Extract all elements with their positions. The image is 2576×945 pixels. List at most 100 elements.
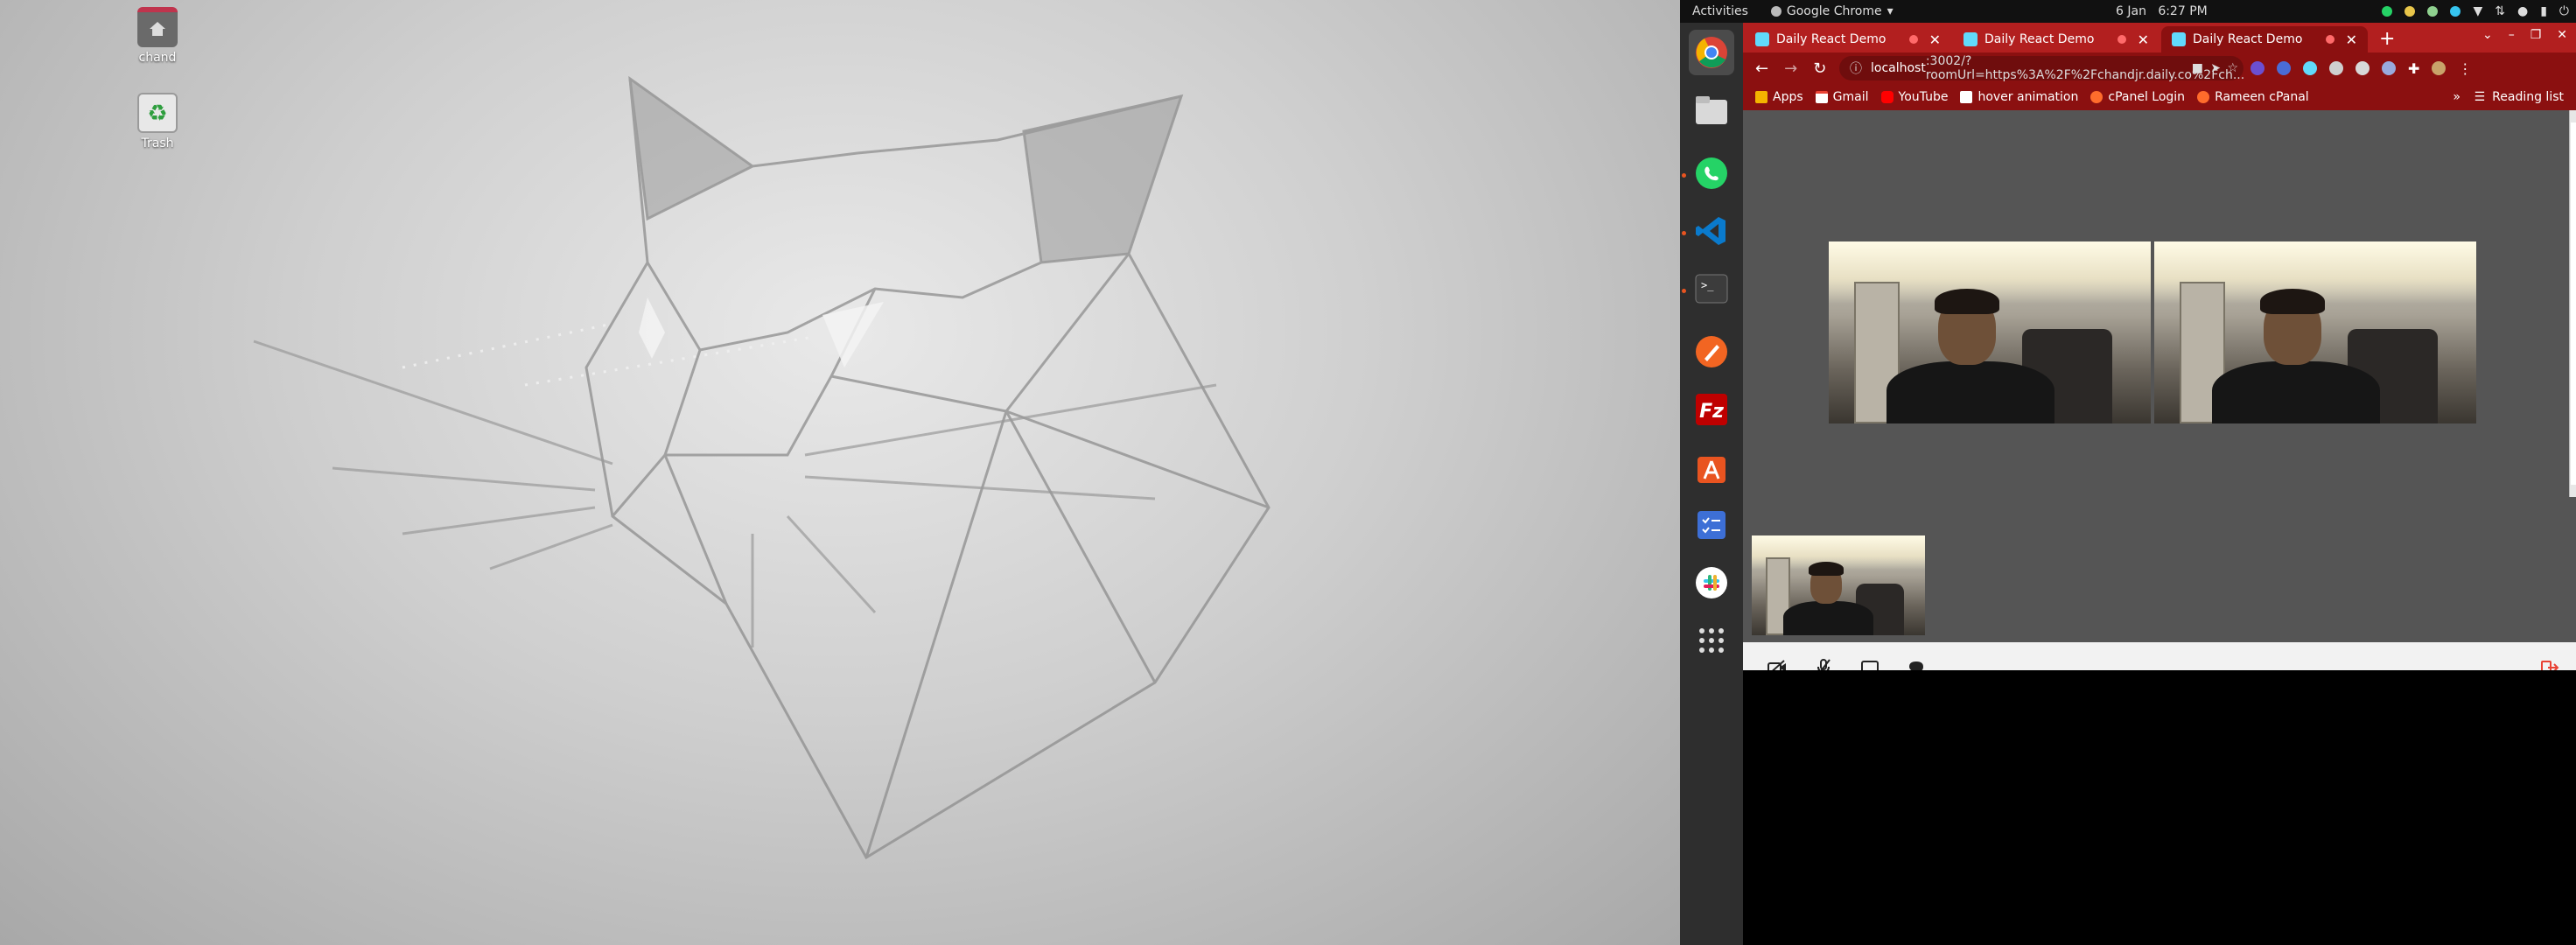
site-info-icon[interactable]: ⓘ	[1850, 60, 1862, 77]
url-host: localhost	[1871, 61, 1926, 75]
bookmark-star-icon[interactable]: ☆	[2227, 61, 2238, 75]
browser-tab-active[interactable]: Daily React Demo ✕	[2161, 26, 2368, 52]
update-tray-icon[interactable]	[2427, 6, 2439, 17]
dock-filezilla[interactable]: Fz	[1689, 387, 1734, 432]
svg-text:♻: ♻	[147, 101, 167, 127]
dock-inkscape[interactable]	[1689, 329, 1734, 374]
gmail-icon	[1815, 91, 1828, 103]
dock-chrome[interactable]	[1689, 30, 1734, 75]
dock-vscode[interactable]	[1689, 208, 1734, 254]
settings-icon[interactable]	[2382, 61, 2396, 75]
bookmark-cpanel-login[interactable]: cPanel Login	[2090, 90, 2185, 104]
extension-icon[interactable]	[2250, 61, 2264, 75]
dock-whatsapp[interactable]	[1689, 150, 1734, 196]
dock-terminal[interactable]: >_	[1689, 266, 1734, 312]
kebab-menu-icon[interactable]: ⋮	[2458, 60, 2472, 77]
bookmark-youtube[interactable]: YouTube	[1880, 90, 1948, 104]
browser-tab[interactable]: Daily React Demo ✕	[1745, 26, 1951, 52]
desktop-wallpaper: chand ♻ Trash	[0, 0, 1680, 945]
browser-tab[interactable]: Daily React Demo ✕	[1953, 26, 2160, 52]
bookmark-label: hover animation	[1978, 90, 2079, 104]
bookmark-hover-animation[interactable]: hover animation	[1960, 90, 2078, 104]
apps-grid-icon	[1755, 91, 1768, 103]
running-indicator	[1682, 289, 1686, 293]
bookmarks-bar: Apps Gmail YouTube hover animation cPane…	[1743, 84, 2576, 110]
dock-todo[interactable]	[1689, 502, 1734, 548]
window-controls: ⌄ – ❐ ✕	[2482, 28, 2567, 42]
clock-time: 6:27 PM	[2158, 4, 2208, 18]
wallpaper-cat-art	[253, 75, 1270, 860]
bookmark-apps[interactable]: Apps	[1755, 90, 1803, 104]
recording-indicator-icon	[1909, 35, 1918, 44]
trash-icon: ♻	[137, 93, 178, 133]
cpanel-icon	[2197, 91, 2210, 103]
extension-icon[interactable]	[2277, 61, 2291, 75]
extensions-puzzle-icon[interactable]: ✚	[2408, 60, 2419, 77]
caret-down-icon: ▾	[1886, 4, 1894, 18]
scrollbar-thumb[interactable]	[2571, 122, 2576, 485]
recording-indicator-icon	[2118, 35, 2126, 44]
battery-icon[interactable]: ▮	[2540, 4, 2547, 18]
chrome-window: Daily React Demo ✕ Daily React Demo ✕ Da…	[1743, 23, 2576, 693]
app-menu[interactable]: Google Chrome ▾	[1770, 4, 1894, 18]
participant-video-tile	[1829, 242, 2151, 424]
dock-show-apps[interactable]	[1689, 618, 1734, 663]
empty-screen-area	[1743, 670, 2576, 945]
home-folder-icon	[137, 7, 178, 47]
network-icon[interactable]: ⇅	[2495, 4, 2505, 18]
recording-indicator-icon	[2326, 35, 2334, 44]
react-favicon-icon	[2172, 32, 2186, 46]
desktop-icon-trash[interactable]: ♻ Trash	[105, 93, 210, 150]
dock: >_ Fz	[1680, 23, 1743, 945]
system-tray: ▼ ⇅ ● ▮ ⏻	[2382, 4, 2569, 18]
close-tab-icon[interactable]: ✕	[2138, 32, 2149, 48]
camera-in-use-icon[interactable]: ■	[2192, 61, 2203, 75]
bookmarks-overflow-button[interactable]: »	[2453, 90, 2460, 104]
new-tab-button[interactable]: +	[2379, 28, 2395, 50]
forward-icon[interactable]: →	[1784, 60, 1797, 78]
cpanel-icon	[2090, 91, 2104, 103]
dock-software[interactable]	[1689, 444, 1734, 490]
desktop-icon-home[interactable]: chand	[105, 7, 210, 65]
extension-icon[interactable]	[2329, 61, 2343, 75]
dock-files[interactable]	[1689, 88, 1734, 133]
slack-icon	[1696, 567, 1727, 598]
tab-search-icon[interactable]: ⌄	[2482, 28, 2493, 42]
tab-title: Daily React Demo	[1776, 32, 1886, 46]
profile-avatar[interactable]	[2432, 61, 2446, 75]
clock[interactable]: 6 Jan 6:27 PM	[2116, 4, 2208, 18]
vscode-icon	[1696, 217, 1726, 245]
react-devtools-icon[interactable]	[2303, 61, 2317, 75]
send-tab-icon[interactable]: ➤	[2210, 61, 2221, 75]
dock-slack[interactable]	[1689, 560, 1734, 606]
desktop-icon-label: Trash	[141, 136, 174, 150]
microphone-icon[interactable]: ●	[2517, 4, 2528, 18]
wifi-icon[interactable]: ▼	[2473, 4, 2482, 18]
tab-title: Daily React Demo	[2193, 32, 2303, 46]
maximize-icon[interactable]: ❐	[2530, 28, 2542, 42]
chrome-tray-icon[interactable]	[2404, 6, 2416, 17]
close-window-icon[interactable]: ✕	[2557, 28, 2567, 42]
close-tab-icon[interactable]: ✕	[1929, 32, 1941, 48]
bookmark-gmail[interactable]: Gmail	[1815, 90, 1869, 104]
power-menu-icon[interactable]: ⏻	[2559, 4, 2569, 18]
close-tab-icon[interactable]: ✕	[2346, 32, 2357, 48]
bookmark-label: Gmail	[1832, 90, 1869, 104]
minimize-icon[interactable]: –	[2509, 28, 2515, 42]
local-video-tile	[1752, 536, 1925, 635]
inkscape-icon	[1696, 336, 1727, 368]
bookmark-rameen-cpanal[interactable]: Rameen cPanal	[2197, 90, 2309, 104]
address-bar[interactable]: ⓘ localhost :3002/?roomUrl=https%3A%2F%2…	[1839, 54, 2244, 82]
video-call-page	[1743, 110, 2576, 693]
reload-icon[interactable]: ↻	[1813, 60, 1826, 78]
running-indicator	[1682, 173, 1686, 178]
vertical-scrollbar[interactable]	[2569, 110, 2576, 497]
reading-list-icon: ☰	[2474, 90, 2486, 104]
screenshot-icon[interactable]	[2356, 61, 2370, 75]
back-icon[interactable]: ←	[1755, 60, 1768, 78]
whatsapp-tray-icon[interactable]	[2382, 6, 2393, 17]
activities-button[interactable]: Activities	[1692, 4, 1748, 18]
extensions-area: ✚ ⋮	[2250, 60, 2472, 77]
reading-list-button[interactable]: ☰ Reading list	[2474, 90, 2564, 104]
slack-tray-icon[interactable]	[2450, 6, 2461, 17]
